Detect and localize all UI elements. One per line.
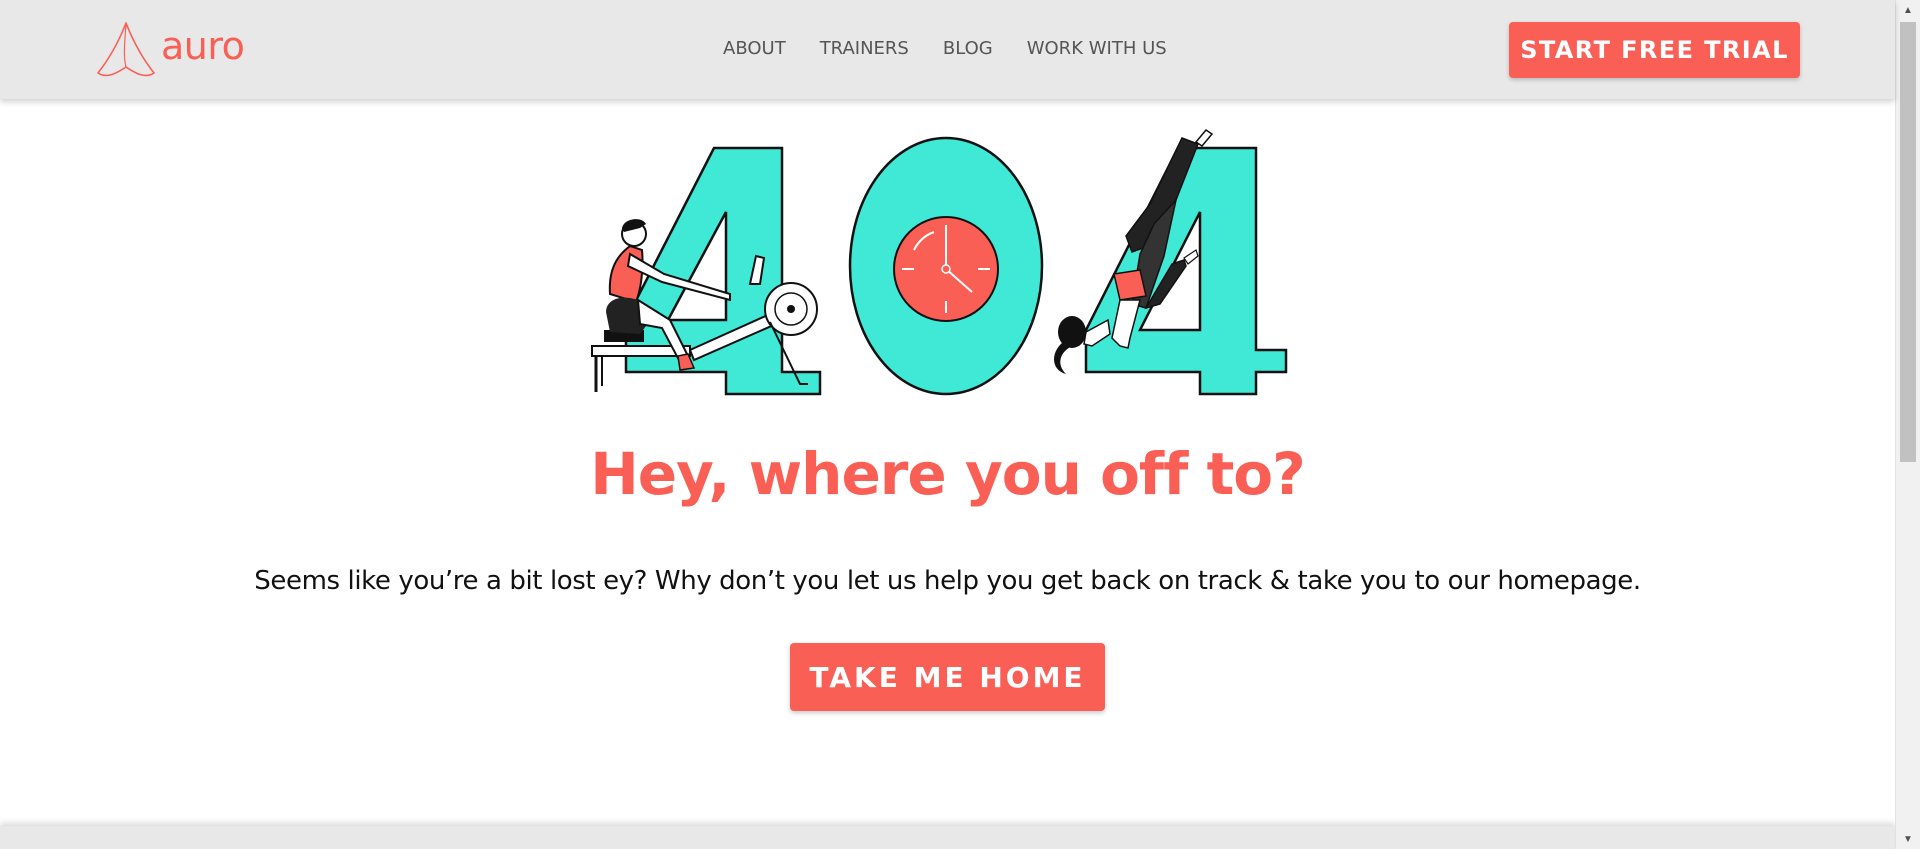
auro-logo-icon: [97, 22, 155, 77]
nav-item-about[interactable]: ABOUT: [723, 38, 786, 60]
main-nav: ABOUT TRAINERS BLOG WORK WITH US: [723, 38, 1201, 60]
logo-wordmark: auro: [161, 24, 245, 68]
logo-link[interactable]: auro: [95, 20, 245, 80]
scrollbar-thumb[interactable]: [1900, 22, 1916, 462]
page-headline: Hey, where you off to?: [590, 440, 1306, 508]
triangle-up-icon[interactable]: ▲: [1896, 0, 1920, 20]
triangle-down-icon[interactable]: ▼: [1896, 829, 1920, 849]
404-illustration: 404: [591, 129, 1288, 396]
nav-item-work-with-us[interactable]: WORK WITH US: [1027, 38, 1167, 60]
nav-item-trainers[interactable]: TRAINERS: [820, 38, 909, 60]
page-subtext: Seems like you’re a bit lost ey? Why don…: [254, 566, 1641, 596]
nav-item-blog[interactable]: BLOG: [943, 38, 993, 60]
page-scrollbar[interactable]: ▲ ▼: [1895, 0, 1920, 849]
page: auro ABOUT TRAINERS BLOG WORK WITH US ST…: [0, 0, 1895, 849]
start-free-trial-button[interactable]: START FREE TRIAL: [1509, 22, 1800, 78]
footer-edge: [0, 826, 1895, 849]
site-header: auro ABOUT TRAINERS BLOG WORK WITH US ST…: [0, 0, 1895, 99]
take-me-home-button[interactable]: TAKE ME HOME: [790, 643, 1105, 711]
